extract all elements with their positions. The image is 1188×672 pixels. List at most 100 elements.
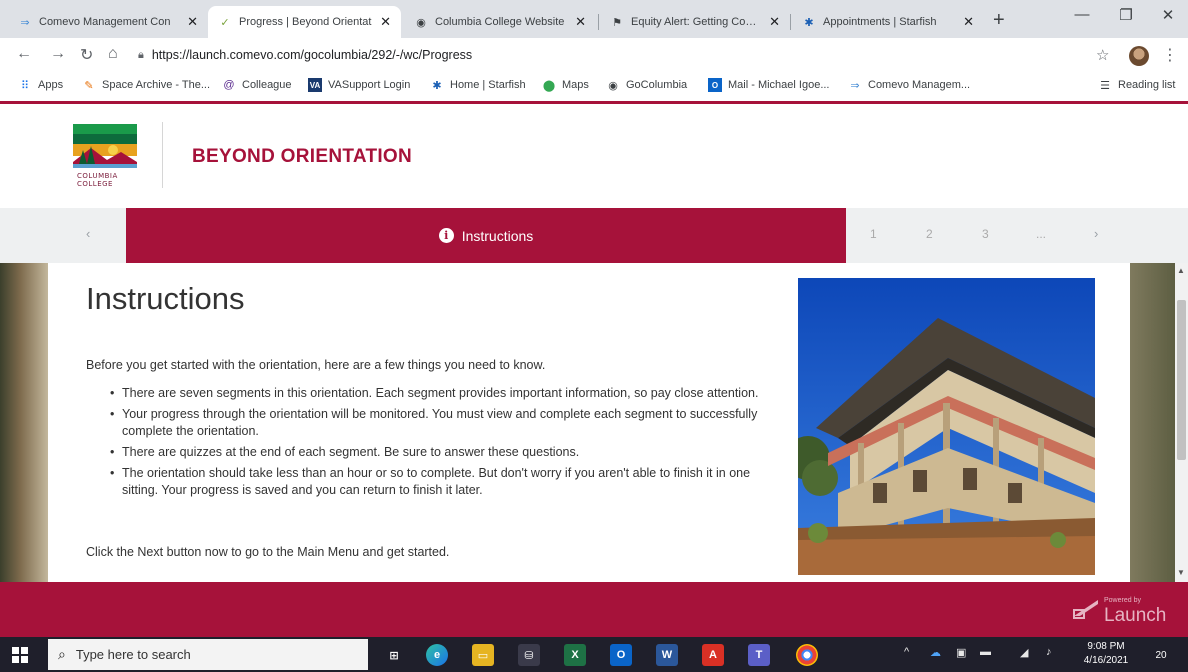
close-tab-icon[interactable]: ✕ bbox=[187, 14, 198, 30]
tab-equity-alert[interactable]: ⚑ Equity Alert: Getting Comm ✕ bbox=[600, 6, 790, 38]
home-icon[interactable]: ⌂ bbox=[108, 45, 118, 63]
keyboard-icon[interactable]: ▬ bbox=[980, 646, 991, 658]
nav-segment-1[interactable]: 1 bbox=[870, 227, 877, 241]
teams-icon[interactable]: T bbox=[748, 644, 770, 666]
nav-segment-3[interactable]: 3 bbox=[982, 227, 989, 241]
launch-brand: Launch bbox=[1104, 605, 1167, 626]
site-title: BEYOND ORIENTATION bbox=[192, 146, 413, 167]
outlook-icon: O bbox=[708, 78, 722, 92]
space-archive-icon: ✎ bbox=[84, 79, 94, 92]
taskbar-search-input[interactable]: ⌕ Type here to search bbox=[48, 639, 368, 670]
bookmark-colleague[interactable]: @ Colleague bbox=[222, 78, 291, 92]
notification-center-icon[interactable]: 20 bbox=[1150, 645, 1172, 665]
browser-menu-icon[interactable]: ⋮ bbox=[1162, 45, 1178, 65]
excel-icon[interactable]: X bbox=[564, 644, 586, 666]
bookmarks-bar: ⠿ Apps ✎ Space Archive - The... @ Collea… bbox=[0, 72, 1188, 102]
chrome-icon[interactable] bbox=[796, 644, 818, 666]
windows-start-icon[interactable] bbox=[12, 647, 28, 663]
nav-segment-2[interactable]: 2 bbox=[926, 227, 933, 241]
nav-instructions-active[interactable]: i Instructions bbox=[126, 208, 846, 263]
nav-active-label: Instructions bbox=[461, 227, 534, 244]
word-icon[interactable]: W bbox=[656, 644, 678, 666]
previous-segment-icon[interactable]: ‹ bbox=[86, 226, 90, 241]
globe-icon: ◉ bbox=[416, 16, 426, 29]
tab-columbia-college-website[interactable]: ◉ Columbia College Website ✕ bbox=[404, 6, 596, 38]
tab-appointments-starfish[interactable]: ✱ Appointments | Starfish ✕ bbox=[792, 6, 984, 38]
notification-count: 20 bbox=[1155, 649, 1167, 661]
scroll-down-icon[interactable]: ▼ bbox=[1177, 568, 1185, 577]
launch-icon: ✓ bbox=[220, 16, 230, 29]
globe-icon: ◉ bbox=[608, 79, 618, 92]
columbia-college-logo[interactable]: COLUMBIA COLLEGE bbox=[73, 124, 137, 188]
profile-avatar[interactable] bbox=[1129, 46, 1149, 66]
svg-text:COLUMBIA: COLUMBIA bbox=[77, 172, 118, 180]
va-icon: VA bbox=[308, 78, 322, 92]
bookmark-home-starfish[interactable]: ✱ Home | Starfish bbox=[430, 78, 525, 92]
lock-icon: 🔒︎ bbox=[138, 48, 144, 61]
powered-by-text: Powered by bbox=[1104, 597, 1141, 604]
tab-progress-beyond-orientation[interactable]: ✓ Progress | Beyond Orientat ✕ bbox=[208, 6, 401, 38]
bookmark-gocolumbia[interactable]: ◉ GoColumbia bbox=[606, 78, 687, 92]
instructions-list: There are seven segments in this orienta… bbox=[110, 385, 782, 503]
close-tab-icon[interactable]: ✕ bbox=[575, 14, 586, 30]
tab-comevo-management[interactable]: ⇒ Comevo Management Con ✕ bbox=[8, 6, 208, 38]
close-tab-icon[interactable]: ✕ bbox=[380, 14, 391, 30]
segment-navigation: ‹ i Instructions 1 2 3 ... › bbox=[0, 208, 1188, 263]
list-item: The orientation should take less than an… bbox=[110, 465, 782, 499]
starfish-icon: ✱ bbox=[432, 79, 442, 92]
tray-app-icon[interactable]: ▣ bbox=[956, 646, 966, 659]
network-icon[interactable]: ◢ bbox=[1020, 646, 1028, 659]
close-tab-icon[interactable]: ✕ bbox=[963, 14, 974, 30]
info-icon: i bbox=[438, 228, 454, 243]
windows-taskbar: ⌕ Type here to search ⊞ e ▭ ⛁ X O W A T … bbox=[0, 637, 1188, 672]
clock-date: 4/16/2021 bbox=[1083, 655, 1129, 666]
comevo-icon: ⇒ bbox=[850, 79, 860, 92]
close-window-icon[interactable]: ✕ bbox=[1146, 6, 1188, 24]
minimize-icon[interactable]: — bbox=[1060, 6, 1104, 23]
acrobat-icon[interactable]: A bbox=[702, 644, 724, 666]
forward-icon[interactable]: → bbox=[50, 45, 66, 63]
reading-list-button[interactable]: ☰ Reading list bbox=[1098, 78, 1175, 92]
reading-list-icon: ☰ bbox=[1100, 79, 1110, 92]
close-tab-icon[interactable]: ✕ bbox=[769, 14, 780, 30]
instructions-panel: Instructions Before you get started with… bbox=[48, 263, 1130, 582]
page-footer: Powered by Launch bbox=[0, 582, 1188, 637]
logo-divider bbox=[162, 122, 163, 188]
bookmark-apps[interactable]: ⠿ Apps bbox=[18, 78, 63, 92]
list-item: There are seven segments in this orienta… bbox=[110, 385, 782, 402]
colleague-icon: @ bbox=[223, 79, 235, 91]
bookmark-maps[interactable]: ⬤ Maps bbox=[542, 78, 589, 92]
taskbar-clock[interactable]: 9:08 PM 4/16/2021 bbox=[1076, 640, 1136, 668]
powered-by-launch-logo: Powered by Launch bbox=[1072, 596, 1166, 626]
onedrive-icon[interactable]: ☁ bbox=[930, 646, 941, 659]
bookmark-star-icon[interactable]: ☆ bbox=[1096, 46, 1109, 64]
file-explorer-icon[interactable]: ▭ bbox=[472, 644, 494, 666]
scroll-up-icon[interactable]: ▲ bbox=[1177, 266, 1185, 275]
scrollbar-thumb[interactable] bbox=[1177, 300, 1186, 460]
outlook-icon[interactable]: O bbox=[610, 644, 632, 666]
new-tab-button[interactable]: + bbox=[993, 9, 1005, 32]
url-field[interactable]: 🔒︎ https://launch.comevo.com/gocolumbia/… bbox=[138, 43, 1088, 67]
edge-icon[interactable]: e bbox=[426, 644, 448, 666]
list-item: Your progress through the orientation wi… bbox=[110, 406, 782, 440]
bookmark-mail[interactable]: O Mail - Michael Igoe... bbox=[708, 78, 829, 92]
reload-icon[interactable]: ↻ bbox=[80, 45, 93, 65]
back-icon[interactable]: ← bbox=[16, 45, 32, 63]
restore-icon[interactable]: ❐ bbox=[1104, 6, 1148, 24]
url-text: https://launch.comevo.com/gocolumbia/292… bbox=[151, 48, 473, 62]
bookmark-vasupport[interactable]: VA VASupport Login bbox=[308, 78, 410, 92]
browser-tab-bar: ⇒ Comevo Management Con ✕ ✓ Progress | B… bbox=[0, 0, 1188, 38]
campus-building-photo bbox=[798, 278, 1095, 575]
next-segment-icon[interactable]: › bbox=[1094, 226, 1098, 241]
nav-segment-more[interactable]: ... bbox=[1036, 227, 1046, 241]
bookmark-comevo[interactable]: ⇒ Comevo Managem... bbox=[848, 78, 970, 92]
bookmark-space-archive[interactable]: ✎ Space Archive - The... bbox=[82, 78, 210, 92]
volume-icon[interactable]: ♪ bbox=[1046, 646, 1052, 658]
comevo-icon: ⇒ bbox=[20, 16, 30, 29]
store-icon[interactable]: ⛁ bbox=[518, 644, 540, 666]
alert-icon: ⚑ bbox=[612, 16, 622, 29]
address-bar: ← → ↻ ⌂ 🔒︎ https://launch.comevo.com/goc… bbox=[0, 38, 1188, 72]
launch-logo-icon bbox=[1073, 600, 1098, 619]
tray-expand-icon[interactable]: ^ bbox=[904, 646, 909, 658]
task-view-icon[interactable]: ⊞ bbox=[383, 644, 405, 666]
